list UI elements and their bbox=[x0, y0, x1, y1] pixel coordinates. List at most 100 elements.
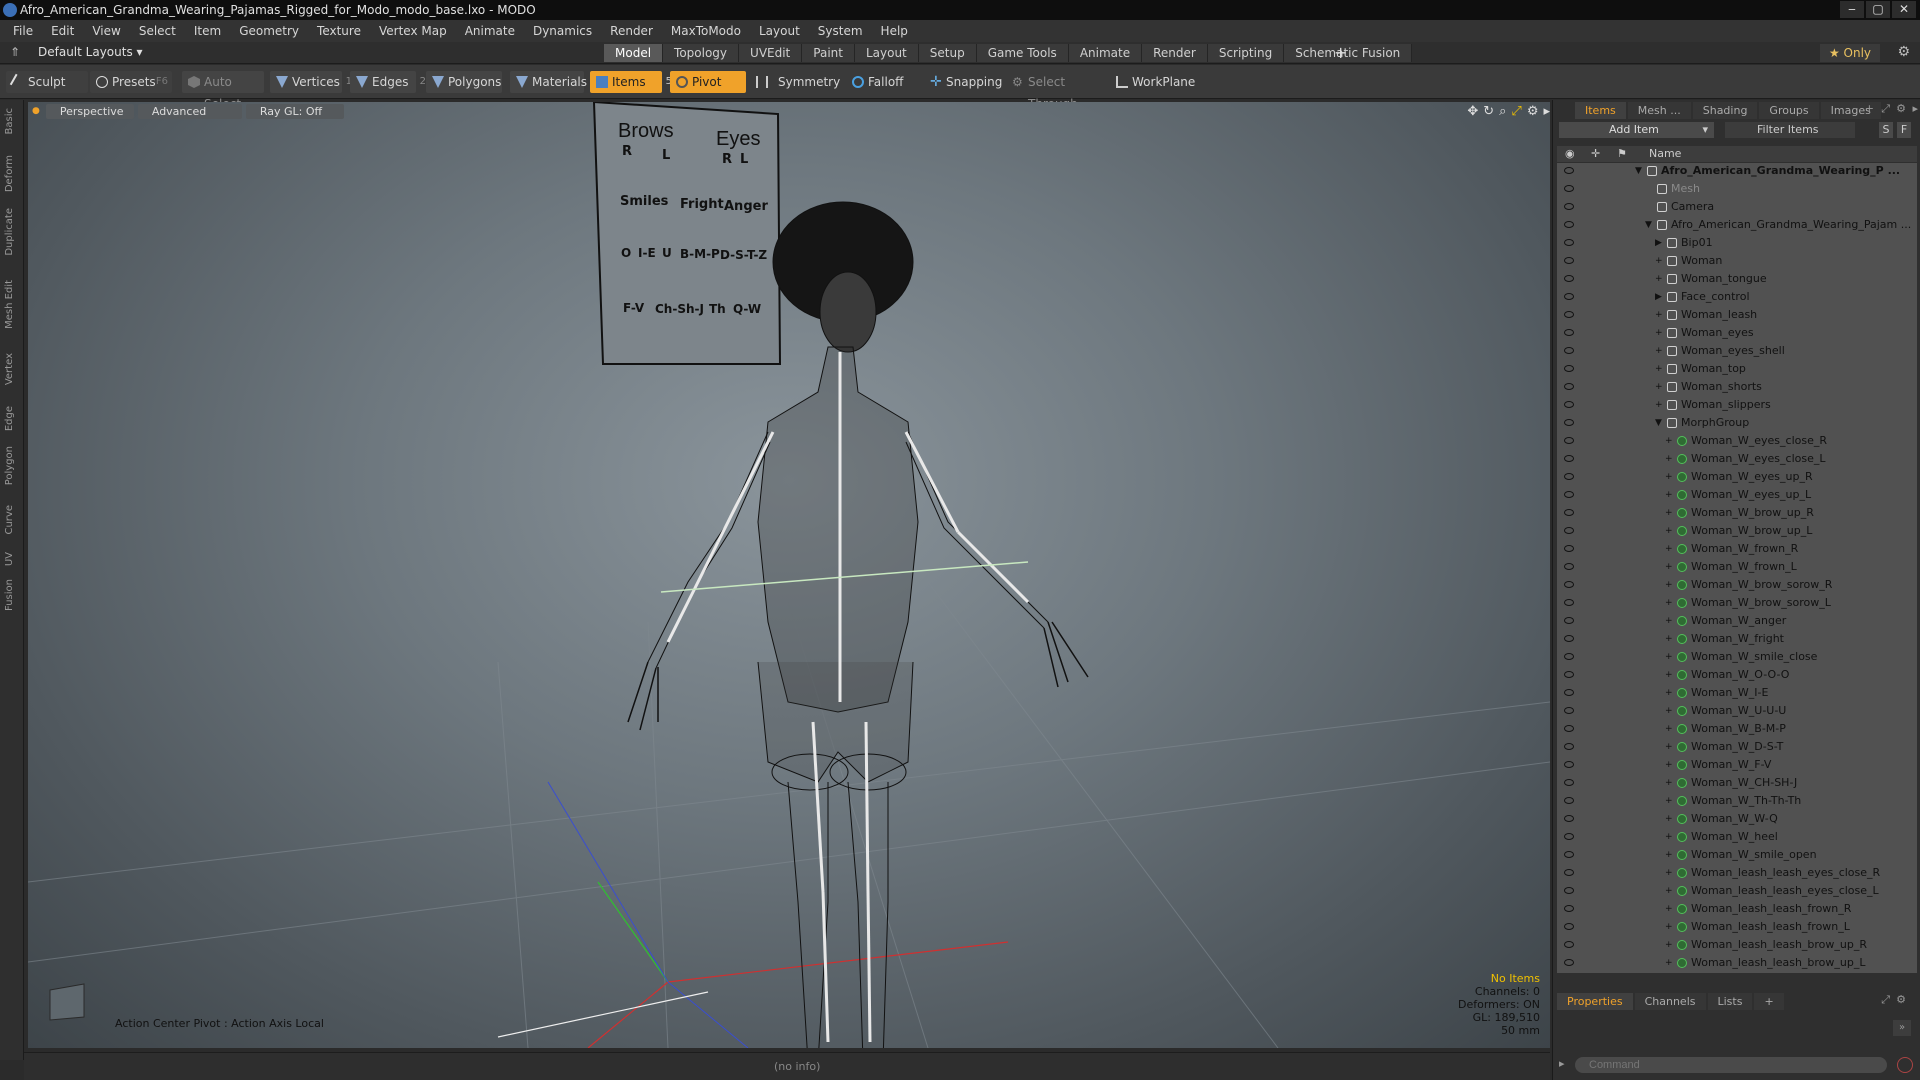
menu-item-dynamics[interactable]: Dynamics bbox=[524, 20, 601, 42]
eye-icon[interactable] bbox=[1564, 833, 1574, 840]
gear-icon[interactable]: ⚙ bbox=[1897, 44, 1910, 60]
eye-icon[interactable] bbox=[1564, 815, 1574, 822]
tree-row[interactable]: + Woman_W_anger bbox=[1557, 612, 1917, 630]
left-tab-vertex[interactable]: Vertex bbox=[4, 353, 15, 385]
eye-icon[interactable] bbox=[1564, 905, 1574, 912]
menu-item-vertex-map[interactable]: Vertex Map bbox=[370, 20, 456, 42]
expand-props-button[interactable]: » bbox=[1893, 1020, 1911, 1036]
props-tab-lists[interactable]: Lists bbox=[1707, 993, 1753, 1010]
3d-viewport[interactable] bbox=[28, 102, 1550, 1048]
command-input[interactable] bbox=[1575, 1057, 1887, 1073]
menu-item-geometry[interactable]: Geometry bbox=[230, 20, 308, 42]
tree-row[interactable]: ▼ MorphGroup bbox=[1557, 414, 1917, 432]
layout-tab-model[interactable]: Model bbox=[604, 44, 664, 62]
raygl-button[interactable]: Ray GL: Off bbox=[245, 104, 344, 119]
tree-row[interactable]: + Woman_W_brow_up_L bbox=[1557, 522, 1917, 540]
expand-toggle-icon[interactable]: ▼ bbox=[1635, 163, 1642, 180]
tree-row[interactable]: + Woman_leash_leash_brow_up_L bbox=[1557, 954, 1917, 972]
menu-item-animate[interactable]: Animate bbox=[456, 20, 524, 42]
tree-row[interactable]: + Woman_W_fright bbox=[1557, 630, 1917, 648]
expand-toggle-icon[interactable]: + bbox=[1655, 396, 1663, 414]
left-tab-duplicate[interactable]: Duplicate bbox=[4, 208, 15, 256]
eye-icon[interactable] bbox=[1564, 761, 1574, 768]
menu-item-edit[interactable]: Edit bbox=[42, 20, 83, 42]
left-tab-curve[interactable]: Curve bbox=[4, 505, 15, 535]
expand-toggle-icon[interactable]: + bbox=[1665, 630, 1673, 648]
tree-row[interactable]: + Woman_W_eyes_close_L bbox=[1557, 450, 1917, 468]
tree-row[interactable]: + Woman_leash bbox=[1557, 306, 1917, 324]
tree-row[interactable]: + Woman_W_I-E bbox=[1557, 684, 1917, 702]
eye-icon[interactable] bbox=[1564, 599, 1574, 606]
menu-item-file[interactable]: File bbox=[4, 20, 42, 42]
menu-item-select[interactable]: Select bbox=[130, 20, 185, 42]
menu-item-view[interactable]: View bbox=[83, 20, 129, 42]
tree-row[interactable]: + Woman_W_brow_sorow_R bbox=[1557, 576, 1917, 594]
default-layouts-dropdown[interactable]: Default Layouts ▾ bbox=[38, 45, 143, 59]
eye-icon[interactable] bbox=[1564, 671, 1574, 678]
eye-icon[interactable] bbox=[1564, 383, 1574, 390]
viewport-dot-icon[interactable]: ● bbox=[32, 104, 40, 120]
props-tab-properties[interactable]: Properties bbox=[1557, 993, 1633, 1010]
layout-tab-topology[interactable]: Topology bbox=[663, 44, 740, 62]
items-button[interactable]: Items 5 bbox=[590, 71, 672, 93]
expand-toggle-icon[interactable]: ▶ bbox=[1655, 288, 1662, 306]
eye-icon[interactable] bbox=[1564, 401, 1574, 408]
tree-row[interactable]: + Woman_W_brow_sorow_L bbox=[1557, 594, 1917, 612]
expand-toggle-icon[interactable]: + bbox=[1665, 720, 1673, 738]
expand-toggle-icon[interactable]: + bbox=[1655, 342, 1663, 360]
s-button[interactable]: S bbox=[1879, 122, 1893, 138]
expand-toggle-icon[interactable]: + bbox=[1665, 594, 1673, 612]
eye-icon[interactable] bbox=[1564, 275, 1574, 282]
viewport-menu-icon[interactable]: ▸ bbox=[1543, 104, 1550, 119]
expand-toggle-icon[interactable]: + bbox=[1665, 576, 1673, 594]
expand-toggle-icon[interactable]: + bbox=[1665, 954, 1673, 972]
edges-button[interactable]: Edges 2 bbox=[350, 71, 426, 93]
props-expand-icon[interactable]: ⤢ bbox=[1881, 993, 1890, 1007]
tree-row[interactable]: + Woman_W_U-U-U bbox=[1557, 702, 1917, 720]
layout-tab-scripting[interactable]: Scripting bbox=[1207, 44, 1285, 62]
add-layout-icon[interactable]: + bbox=[1334, 43, 1347, 62]
expand-toggle-icon[interactable]: + bbox=[1665, 846, 1673, 864]
tree-row[interactable]: + Woman_shorts bbox=[1557, 378, 1917, 396]
tree-row[interactable]: + Woman_W_brow_up_R bbox=[1557, 504, 1917, 522]
expand-toggle-icon[interactable]: + bbox=[1665, 468, 1673, 486]
expand-toggle-icon[interactable]: + bbox=[1665, 792, 1673, 810]
close-button[interactable]: ✕ bbox=[1892, 1, 1916, 18]
eye-icon[interactable] bbox=[1564, 869, 1574, 876]
tree-row[interactable]: + Woman_W_eyes_up_R bbox=[1557, 468, 1917, 486]
expand-toggle-icon[interactable]: + bbox=[1665, 756, 1673, 774]
layout-tab-layout[interactable]: Layout bbox=[854, 44, 919, 62]
eye-icon[interactable] bbox=[1564, 491, 1574, 498]
expand-toggle-icon[interactable]: + bbox=[1655, 270, 1663, 288]
tree-row[interactable]: + Woman_W_eyes_up_L bbox=[1557, 486, 1917, 504]
eye-icon[interactable] bbox=[1564, 563, 1574, 570]
eye-icon[interactable] bbox=[1564, 167, 1574, 174]
symmetry-button[interactable]: Symmetry bbox=[750, 71, 840, 93]
menu-item-render[interactable]: Render bbox=[601, 20, 662, 42]
viewport-gear-icon[interactable]: ⚙ bbox=[1527, 104, 1539, 119]
tree-row[interactable]: + Woman_W_F-V bbox=[1557, 756, 1917, 774]
auto-select-button[interactable]: Auto Select bbox=[182, 71, 264, 111]
eye-icon[interactable] bbox=[1564, 689, 1574, 696]
tree-row[interactable]: + Woman_leash_leash_frown_L bbox=[1557, 918, 1917, 936]
tree-row[interactable]: ▶ Face_control bbox=[1557, 288, 1917, 306]
expand-toggle-icon[interactable]: + bbox=[1655, 306, 1663, 324]
panel-gear-icon[interactable]: ⚙ bbox=[1896, 102, 1906, 115]
polygons-button[interactable]: Polygons bbox=[426, 71, 502, 93]
add-tab-icon[interactable]: + bbox=[1865, 102, 1874, 115]
menu-item-layout[interactable]: Layout bbox=[750, 20, 809, 42]
props-tab-channels[interactable]: Channels bbox=[1634, 993, 1706, 1010]
panel-tab-shading[interactable]: Shading bbox=[1692, 102, 1758, 119]
expand-toggle-icon[interactable]: + bbox=[1655, 378, 1663, 396]
tree-row[interactable]: + Woman_leash_leash_eyes_close_R bbox=[1557, 864, 1917, 882]
eye-icon[interactable] bbox=[1564, 707, 1574, 714]
layout-tab-render[interactable]: Render bbox=[1142, 44, 1208, 62]
eye-icon[interactable] bbox=[1564, 455, 1574, 462]
eye-icon[interactable] bbox=[1564, 725, 1574, 732]
eye-icon[interactable] bbox=[1564, 509, 1574, 516]
pivot-button[interactable]: Pivot bbox=[670, 71, 746, 93]
expand-toggle-icon[interactable]: + bbox=[1665, 432, 1673, 450]
layout-tab-game-tools[interactable]: Game Tools bbox=[976, 44, 1069, 62]
lock-column-icon[interactable]: ✛ bbox=[1591, 146, 1600, 162]
falloff-button[interactable]: Falloff bbox=[846, 71, 916, 93]
